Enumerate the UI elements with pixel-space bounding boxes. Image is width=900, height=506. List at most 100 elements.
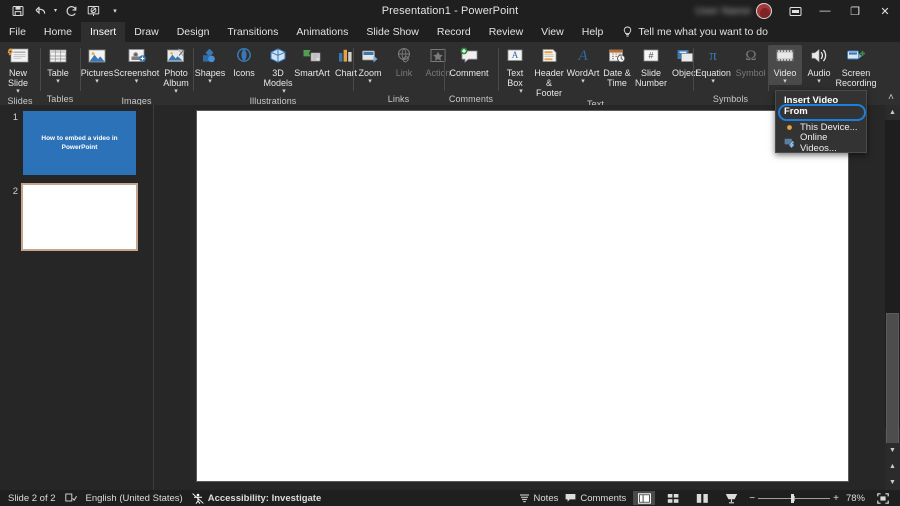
tab-insert[interactable]: Insert xyxy=(81,22,125,42)
language-indicator[interactable]: English (United States) xyxy=(86,493,183,504)
screenshot-button[interactable]: Screenshot ▾ xyxy=(114,45,159,85)
zoom-track[interactable] xyxy=(758,498,830,499)
chevron-down-icon[interactable]: ▾ xyxy=(711,78,715,85)
slideshow-icon[interactable] xyxy=(83,2,103,20)
fit-to-window-button[interactable] xyxy=(872,491,894,505)
collapse-ribbon-icon[interactable]: ˄ xyxy=(888,92,894,103)
video-button[interactable]: Video ▾ xyxy=(768,45,802,85)
chevron-down-icon[interactable]: ▾ xyxy=(135,78,139,85)
tab-transitions[interactable]: Transitions xyxy=(218,22,287,42)
reading-view-button[interactable] xyxy=(691,491,713,505)
avatar[interactable] xyxy=(756,3,772,19)
comment-label: Comment xyxy=(449,68,488,78)
accessibility-status[interactable]: Accessibility: Investigate xyxy=(192,493,322,504)
pictures-label: Pictures xyxy=(81,68,114,78)
chevron-down-icon[interactable]: ▾ xyxy=(174,88,178,95)
slide-show-button[interactable] xyxy=(720,491,742,505)
previous-slide-icon[interactable]: ▲ xyxy=(885,458,900,474)
undo-icon[interactable] xyxy=(30,2,50,20)
header-footer-button[interactable]: Header & Footer xyxy=(532,45,566,98)
table-button[interactable]: Table ▾ xyxy=(40,45,76,85)
chevron-down-icon[interactable]: ▾ xyxy=(208,78,212,85)
zoom-level-label[interactable]: 78% xyxy=(846,493,865,504)
chevron-down-icon[interactable]: ▾ xyxy=(16,88,20,95)
tab-help[interactable]: Help xyxy=(573,22,613,42)
undo-dropdown-icon[interactable]: ▾ xyxy=(52,2,59,20)
slide-thumbnail-2[interactable] xyxy=(23,185,136,249)
tab-review[interactable]: Review xyxy=(480,22,532,42)
tab-home[interactable]: Home xyxy=(35,22,81,42)
text-box-button[interactable]: A Text Box ▾ xyxy=(498,45,532,95)
tab-view[interactable]: View xyxy=(532,22,573,42)
chevron-down-icon[interactable]: ▾ xyxy=(368,78,372,85)
normal-view-button[interactable] xyxy=(633,491,655,505)
zoom-button[interactable]: Zoom ▾ xyxy=(353,45,387,85)
ribbon-group-comments: Comment Comments xyxy=(444,42,498,105)
close-button[interactable]: ✕ xyxy=(870,0,900,22)
wordart-label: WordArt xyxy=(567,68,600,78)
new-slide-button[interactable]: New Slide ▾ xyxy=(0,45,36,95)
slide-thumbnail-1[interactable]: How to embed a video in PowerPoint xyxy=(23,111,136,175)
tab-record[interactable]: Record xyxy=(428,22,480,42)
photo-album-button[interactable]: Photo Album ▾ xyxy=(159,45,193,95)
accessibility-label: Accessibility: Investigate xyxy=(208,493,322,504)
slide-number-button[interactable]: # Slide Number xyxy=(634,45,668,88)
minimize-button[interactable]: — xyxy=(810,0,840,22)
icons-button[interactable]: Icons xyxy=(227,45,261,78)
comments-button[interactable]: Comments xyxy=(565,493,626,504)
zoom-out-button[interactable]: − xyxy=(749,493,755,504)
scroll-up-icon[interactable]: ▲ xyxy=(885,105,900,120)
redo-icon[interactable] xyxy=(61,2,81,20)
save-icon[interactable] xyxy=(8,2,28,20)
wordart-button[interactable]: A WordArt ▾ xyxy=(566,45,600,85)
restore-button[interactable]: ❐ xyxy=(840,0,870,22)
screen-recording-button[interactable]: Screen Recording xyxy=(836,45,876,88)
slide-indicator[interactable]: Slide 2 of 2 xyxy=(8,493,56,504)
tell-me-search[interactable]: Tell me what you want to do xyxy=(612,22,768,42)
chevron-down-icon[interactable]: ▾ xyxy=(105,2,125,20)
chevron-down-icon[interactable]: ▾ xyxy=(282,88,286,95)
user-account-name[interactable]: User Name xyxy=(695,5,751,17)
comment-icon xyxy=(458,46,480,68)
chevron-down-icon[interactable]: ▾ xyxy=(95,78,99,85)
equation-icon: π xyxy=(702,46,724,68)
3d-models-button[interactable]: 3D Models ▾ xyxy=(261,45,295,95)
scrollbar-track[interactable] xyxy=(885,120,900,428)
ribbon-display-options-icon[interactable] xyxy=(780,0,810,22)
vertical-scrollbar[interactable]: ▲ ▼ ▲ ▼ xyxy=(885,105,900,490)
tab-slide-show[interactable]: Slide Show xyxy=(357,22,428,42)
slide-edit-area[interactable]: ▲ ▼ ▲ ▼ xyxy=(154,105,900,490)
thumbnail-row-2[interactable]: 2 xyxy=(0,175,153,249)
chevron-down-icon[interactable]: ▾ xyxy=(56,78,60,85)
text-box-icon: A xyxy=(504,46,526,68)
scroll-down-icon[interactable]: ▼ xyxy=(885,443,900,458)
tab-animations[interactable]: Animations xyxy=(287,22,357,42)
zoom-handle[interactable] xyxy=(791,494,794,503)
date-time-button[interactable]: Date & Time xyxy=(600,45,634,88)
lightbulb-icon xyxy=(622,26,633,38)
tab-design[interactable]: Design xyxy=(168,22,219,42)
pictures-button[interactable]: Pictures ▾ xyxy=(80,45,114,85)
next-slide-icon[interactable]: ▼ xyxy=(885,474,900,490)
quick-access-toolbar: ▾ ▾ xyxy=(0,2,125,20)
zoom-in-button[interactable]: + xyxy=(833,493,839,504)
tab-draw[interactable]: Draw xyxy=(125,22,168,42)
smartart-button[interactable]: SmartArt xyxy=(295,45,329,78)
shapes-button[interactable]: Shapes ▾ xyxy=(193,45,227,85)
chevron-down-icon[interactable]: ▾ xyxy=(519,88,523,95)
comment-button[interactable]: Comment xyxy=(444,45,494,78)
notes-button[interactable]: Notes xyxy=(519,493,559,504)
tab-file[interactable]: File xyxy=(0,22,35,42)
chevron-down-icon[interactable]: ▾ xyxy=(581,78,585,85)
zoom-slider[interactable]: − + xyxy=(749,493,839,504)
slide-thumbnail-panel[interactable]: 1 How to embed a video in PowerPoint 2 xyxy=(0,105,153,490)
slide-canvas[interactable] xyxy=(197,111,848,481)
thumbnail-row-1[interactable]: 1 How to embed a video in PowerPoint xyxy=(0,105,153,175)
audio-button[interactable]: Audio ▾ xyxy=(802,45,836,85)
online-videos-menu-item[interactable]: Online Videos... xyxy=(776,135,866,150)
chevron-down-icon[interactable]: ▾ xyxy=(783,78,787,85)
equation-button[interactable]: π Equation ▾ xyxy=(693,45,733,85)
spell-check-icon[interactable] xyxy=(65,493,77,503)
chevron-down-icon[interactable]: ▾ xyxy=(817,78,821,85)
slide-sorter-view-button[interactable] xyxy=(662,491,684,505)
